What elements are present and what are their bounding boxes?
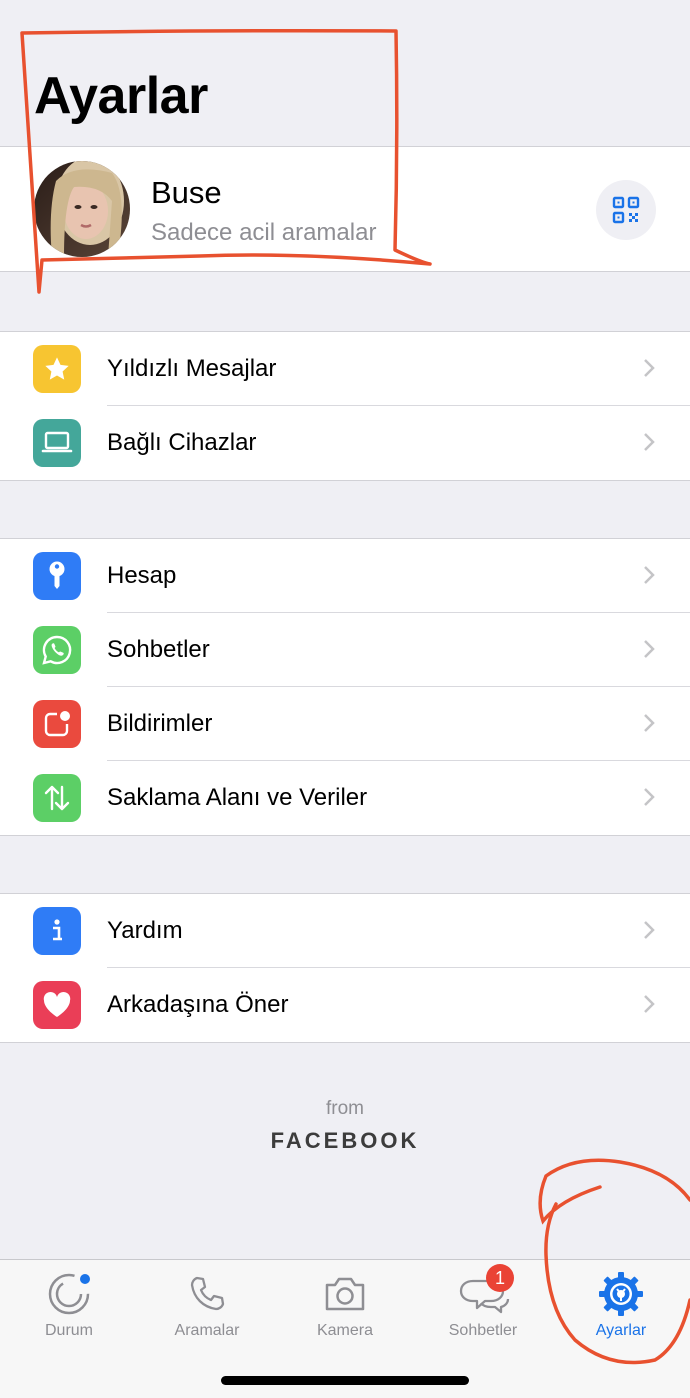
- tab-settings[interactable]: Ayarlar: [552, 1270, 690, 1350]
- notification-icon: [33, 700, 81, 748]
- tab-label: Durum: [44, 1322, 93, 1339]
- unread-badge: 1: [486, 1264, 514, 1292]
- menu-item-notifications[interactable]: Bildirimler: [0, 687, 690, 761]
- menu-item-help[interactable]: Yardım: [0, 894, 690, 968]
- qr-code-icon: [612, 196, 640, 224]
- menu-item-label: Arkadaşına Öner: [107, 991, 289, 1018]
- footer-brand: FACEBOOK: [270, 1128, 420, 1153]
- storage-arrows-icon: [33, 774, 81, 822]
- chevron-right-icon: [642, 431, 656, 458]
- settings-gear-icon: [552, 1270, 690, 1318]
- tab-status[interactable]: Durum: [0, 1270, 138, 1350]
- menu-item-label: Yıldızlı Mesajlar: [107, 355, 277, 382]
- chevron-right-icon: [642, 564, 656, 591]
- settings-group-1: Yıldızlı Mesajlar Bağlı Cihazlar: [0, 331, 690, 481]
- tab-label: Kamera: [316, 1322, 374, 1339]
- phone-icon: [138, 1270, 276, 1318]
- chevron-right-icon: [642, 919, 656, 946]
- home-indicator: [221, 1376, 469, 1385]
- settings-group-2: Hesap Sohbetler Bildirimler Saklama Alan…: [0, 538, 690, 836]
- tab-calls[interactable]: Aramalar: [138, 1270, 276, 1350]
- settings-screen: Ayarlar Buse Sadece acil aramalar Yıldız…: [0, 0, 690, 1398]
- menu-item-starred-messages[interactable]: Yıldızlı Mesajlar: [0, 332, 690, 406]
- chevron-right-icon: [642, 638, 656, 665]
- menu-item-chats[interactable]: Sohbetler: [0, 613, 690, 687]
- menu-item-label: Bildirimler: [107, 710, 213, 737]
- menu-item-account[interactable]: Hesap: [0, 539, 690, 613]
- chevron-right-icon: [642, 993, 656, 1020]
- footer-from: from: [326, 1098, 364, 1119]
- profile-name: Buse: [151, 175, 222, 210]
- tab-label: Sohbetler: [448, 1322, 518, 1339]
- chevron-right-icon: [642, 357, 656, 384]
- laptop-icon: [33, 419, 81, 467]
- chevron-right-icon: [642, 712, 656, 739]
- menu-item-label: Saklama Alanı ve Veriler: [107, 784, 368, 811]
- qr-code-button[interactable]: [596, 180, 656, 240]
- avatar[interactable]: [34, 161, 130, 257]
- heart-icon: [33, 981, 81, 1029]
- tab-label: Ayarlar: [595, 1322, 647, 1339]
- camera-icon: [276, 1270, 414, 1318]
- profile-card[interactable]: Buse Sadece acil aramalar: [0, 146, 690, 272]
- settings-group-3: Yardım Arkadaşına Öner: [0, 893, 690, 1043]
- menu-item-label: Yardım: [107, 917, 183, 944]
- menu-item-linked-devices[interactable]: Bağlı Cihazlar: [0, 406, 690, 480]
- menu-item-label: Sohbetler: [107, 636, 210, 663]
- menu-item-storage-data[interactable]: Saklama Alanı ve Veriler: [0, 761, 690, 835]
- menu-item-label: Bağlı Cihazlar: [107, 429, 257, 456]
- page-title: Ayarlar: [34, 67, 208, 125]
- key-icon: [33, 552, 81, 600]
- tab-chats[interactable]: 1 Sohbetler: [414, 1264, 552, 1350]
- menu-item-tell-a-friend[interactable]: Arkadaşına Öner: [0, 968, 690, 1042]
- chevron-right-icon: [642, 786, 656, 813]
- whatsapp-icon: [33, 626, 81, 674]
- tab-label: Aramalar: [174, 1322, 240, 1339]
- tab-camera[interactable]: Kamera: [276, 1270, 414, 1350]
- status-icon: [0, 1270, 138, 1318]
- menu-item-label: Hesap: [107, 562, 177, 589]
- profile-status: Sadece acil aramalar: [151, 219, 377, 246]
- info-icon: [33, 907, 81, 955]
- chats-icon: 1: [414, 1264, 552, 1318]
- star-icon: [33, 345, 81, 393]
